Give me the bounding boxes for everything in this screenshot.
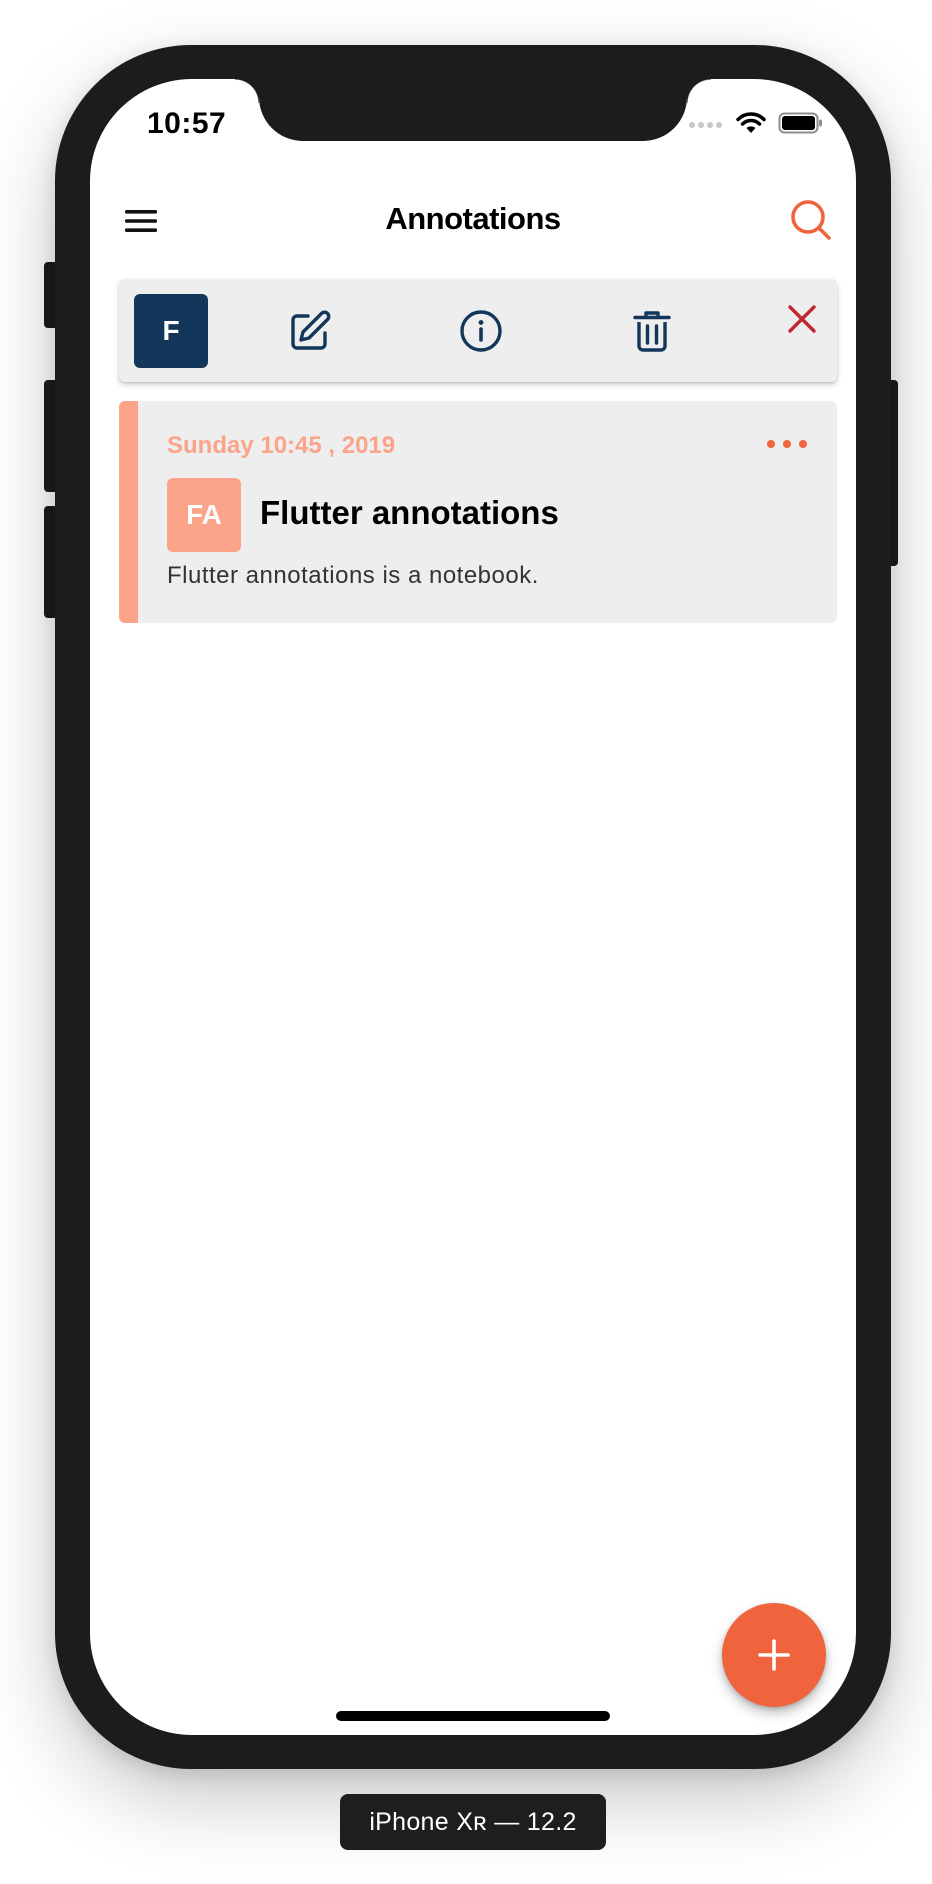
home-indicator[interactable] (336, 1711, 610, 1721)
close-selection-button[interactable] (782, 299, 822, 339)
more-dot-icon (799, 440, 807, 448)
trash-icon (633, 311, 671, 352)
note-card[interactable]: Sunday 10:45 , 2019 FA Flutter annotatio… (119, 401, 837, 623)
close-icon (788, 305, 816, 333)
note-title: Flutter annotations (260, 494, 559, 531)
more-dot-icon (783, 440, 791, 448)
note-initials-avatar: FA (167, 478, 241, 552)
status-time: 10:57 (147, 107, 227, 140)
add-note-button[interactable] (722, 1603, 826, 1707)
info-button[interactable] (457, 307, 505, 355)
edit-button[interactable] (286, 307, 334, 355)
phone-screen: 10:57 Annotations F Sunday 10:45 , 2019 … (90, 79, 856, 1735)
wifi-icon (736, 112, 766, 133)
delete-button[interactable] (628, 307, 676, 355)
search-button[interactable] (788, 197, 834, 243)
search-icon (791, 200, 831, 240)
page-title: Annotations (385, 201, 561, 236)
cellular-signal-icon (689, 122, 722, 128)
battery-icon (778, 112, 822, 134)
app-bar: Annotations (90, 187, 856, 253)
status-icons (688, 111, 824, 135)
device-label: iPhone Xʀ — 12.2 (340, 1794, 606, 1850)
edit-icon (291, 310, 331, 350)
note-more-button[interactable] (767, 431, 807, 457)
selection-action-bar: F (119, 279, 837, 382)
add-icon (758, 1639, 790, 1671)
notch (235, 79, 711, 141)
note-accent-bar (119, 401, 138, 623)
note-date: Sunday 10:45 , 2019 (167, 432, 396, 459)
more-dot-icon (767, 440, 775, 448)
simulator-stage: 10:57 Annotations F Sunday 10:45 , 2019 … (0, 0, 932, 1884)
notebook-badge[interactable]: F (134, 294, 208, 368)
note-description: Flutter annotations is a notebook. (167, 562, 539, 589)
info-icon (460, 310, 502, 352)
